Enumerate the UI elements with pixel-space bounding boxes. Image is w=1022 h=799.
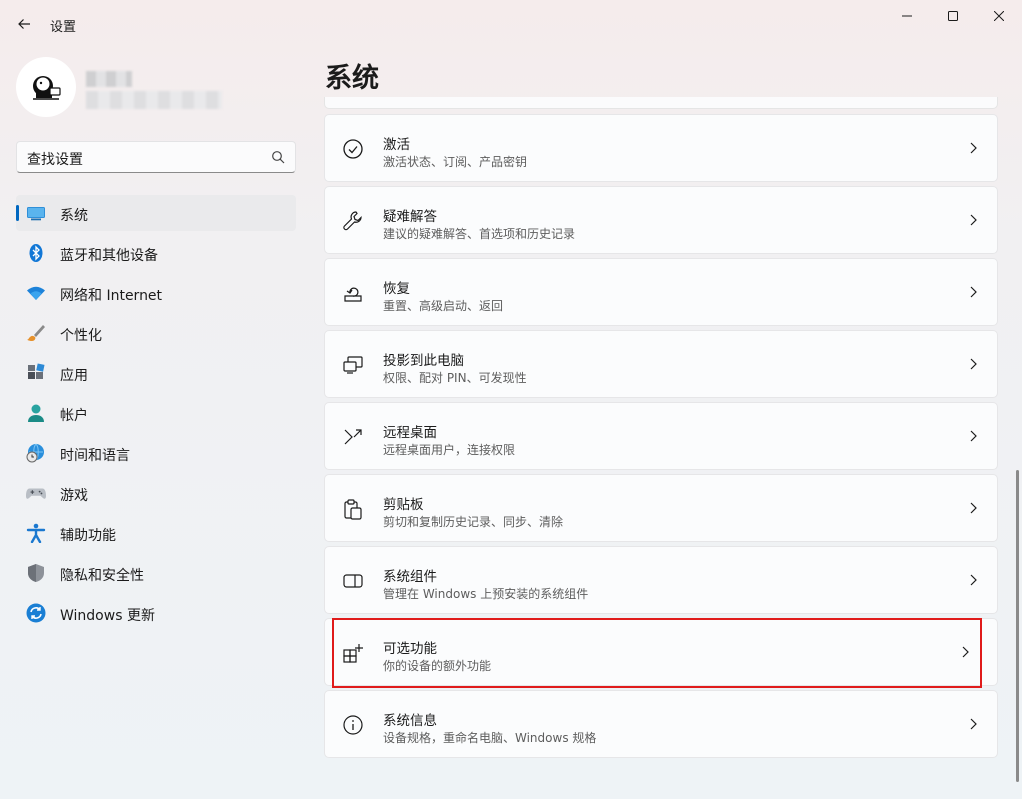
recovery-icon bbox=[341, 281, 365, 305]
back-button[interactable] bbox=[10, 10, 38, 38]
card-activation[interactable]: 激活 激活状态、订阅、产品密钥 bbox=[324, 114, 998, 182]
maximize-button[interactable] bbox=[930, 0, 976, 32]
card-title: 剪贴板 bbox=[383, 497, 424, 513]
sidebar-item-label: 个性化 bbox=[60, 328, 102, 344]
card-optional-features[interactable]: 可选功能 你的设备的额外功能 bbox=[324, 618, 998, 686]
card-title: 激活 bbox=[383, 137, 410, 153]
update-icon bbox=[26, 603, 46, 623]
page-title: 系统 bbox=[325, 63, 379, 94]
sidebar-item-network[interactable]: 网络和 Internet bbox=[16, 275, 296, 311]
optional-features-icon bbox=[341, 641, 365, 665]
card-title: 疑难解答 bbox=[383, 209, 437, 225]
chevron-right-icon bbox=[970, 286, 977, 298]
activation-check-icon bbox=[341, 137, 365, 161]
wifi-icon bbox=[26, 283, 46, 303]
user-email-blurred bbox=[86, 91, 222, 109]
card-subtitle: 建议的疑难解答、首选项和历史记录 bbox=[383, 227, 576, 241]
brush-icon bbox=[26, 323, 46, 343]
sidebar-item-label: 游戏 bbox=[60, 488, 88, 504]
title-bar: 设置 bbox=[0, 0, 1022, 46]
clipboard-icon bbox=[341, 497, 365, 521]
shield-icon bbox=[26, 563, 46, 583]
avatar-icon bbox=[33, 76, 61, 100]
card-project-to-pc[interactable]: 投影到此电脑 权限、配对 PIN、可发现性 bbox=[324, 330, 998, 398]
project-icon bbox=[341, 353, 365, 377]
minimize-icon bbox=[902, 15, 912, 17]
chevron-right-icon bbox=[970, 214, 977, 226]
card-subtitle: 激活状态、订阅、产品密钥 bbox=[383, 155, 528, 169]
info-icon bbox=[341, 713, 365, 737]
sidebar-item-apps[interactable]: 应用 bbox=[16, 355, 296, 391]
sidebar-item-label: 时间和语言 bbox=[60, 448, 130, 464]
sidebar-item-gaming[interactable]: 游戏 bbox=[16, 475, 296, 511]
user-name-blurred bbox=[86, 71, 132, 87]
chevron-right-icon bbox=[970, 142, 977, 154]
card-clipboard[interactable]: 剪贴板 剪切和复制历史记录、同步、清除 bbox=[324, 474, 998, 542]
card-system-components[interactable]: 系统组件 管理在 Windows 上预安装的系统组件 bbox=[324, 546, 998, 614]
card-subtitle: 远程桌面用户，连接权限 bbox=[383, 443, 516, 457]
chevron-right-icon bbox=[962, 646, 969, 658]
bluetooth-icon bbox=[26, 243, 46, 263]
card-title: 系统组件 bbox=[383, 569, 437, 585]
card-system-info[interactable]: 系统信息 设备规格，重命名电脑、Windows 规格 bbox=[324, 690, 998, 758]
app-title: 设置 bbox=[50, 20, 77, 35]
card-title: 系统信息 bbox=[383, 713, 437, 729]
sidebar-item-label: 系统 bbox=[60, 208, 88, 224]
sidebar-item-label: 应用 bbox=[60, 368, 88, 384]
vertical-scrollbar[interactable] bbox=[1016, 470, 1019, 782]
chevron-right-icon bbox=[970, 574, 977, 586]
close-button[interactable] bbox=[976, 0, 1022, 32]
sidebar-item-windows-update[interactable]: Windows 更新 bbox=[16, 595, 296, 631]
sidebar-item-label: Windows 更新 bbox=[60, 608, 155, 624]
card-subtitle: 重置、高级启动、返回 bbox=[383, 299, 504, 313]
sidebar-item-bluetooth[interactable]: 蓝牙和其他设备 bbox=[16, 235, 296, 271]
avatar[interactable] bbox=[16, 57, 76, 117]
chevron-right-icon bbox=[970, 358, 977, 370]
accessibility-icon bbox=[26, 523, 46, 543]
gamepad-icon bbox=[26, 483, 46, 503]
search-placeholder: 查找设置 bbox=[27, 152, 83, 168]
chevron-right-icon bbox=[970, 718, 977, 730]
card-subtitle: 管理在 Windows 上预安装的系统组件 bbox=[383, 587, 589, 601]
card-title: 远程桌面 bbox=[383, 425, 437, 441]
apps-icon bbox=[26, 363, 46, 383]
previous-card-edge bbox=[324, 97, 998, 109]
remote-desktop-icon bbox=[341, 425, 365, 449]
card-subtitle: 设备规格，重命名电脑、Windows 规格 bbox=[383, 731, 597, 745]
system-icon bbox=[26, 203, 46, 223]
card-troubleshoot[interactable]: 疑难解答 建议的疑难解答、首选项和历史记录 bbox=[324, 186, 998, 254]
close-icon bbox=[994, 11, 1004, 21]
card-recovery[interactable]: 恢复 重置、高级启动、返回 bbox=[324, 258, 998, 326]
sidebar-item-label: 蓝牙和其他设备 bbox=[60, 248, 158, 264]
system-components-icon bbox=[341, 569, 365, 593]
search-icon[interactable] bbox=[271, 150, 285, 164]
maximize-icon bbox=[948, 11, 958, 21]
sidebar-item-label: 帐户 bbox=[60, 408, 88, 424]
wrench-icon bbox=[341, 209, 365, 233]
sidebar-item-label: 隐私和安全性 bbox=[60, 568, 144, 584]
card-title: 恢复 bbox=[383, 281, 410, 297]
globe-clock-icon bbox=[26, 443, 46, 463]
sidebar-item-privacy[interactable]: 隐私和安全性 bbox=[16, 555, 296, 591]
sidebar-item-system[interactable]: 系统 bbox=[16, 195, 296, 231]
card-title: 可选功能 bbox=[383, 641, 437, 657]
chevron-right-icon bbox=[970, 430, 977, 442]
sidebar-item-label: 网络和 Internet bbox=[60, 288, 163, 304]
sidebar-item-personalization[interactable]: 个性化 bbox=[16, 315, 296, 351]
sidebar-item-accessibility[interactable]: 辅助功能 bbox=[16, 515, 296, 551]
card-subtitle: 你的设备的额外功能 bbox=[383, 659, 492, 673]
chevron-right-icon bbox=[970, 502, 977, 514]
account-icon bbox=[26, 403, 46, 423]
card-subtitle: 权限、配对 PIN、可发现性 bbox=[383, 371, 527, 385]
card-subtitle: 剪切和复制历史记录、同步、清除 bbox=[383, 515, 564, 529]
card-title: 投影到此电脑 bbox=[383, 353, 464, 369]
back-arrow-icon bbox=[18, 19, 30, 29]
search-input[interactable]: 查找设置 bbox=[16, 141, 296, 173]
active-indicator bbox=[16, 205, 19, 221]
minimize-button[interactable] bbox=[884, 0, 930, 32]
card-remote-desktop[interactable]: 远程桌面 远程桌面用户，连接权限 bbox=[324, 402, 998, 470]
sidebar-item-time-language[interactable]: 时间和语言 bbox=[16, 435, 296, 471]
sidebar-item-label: 辅助功能 bbox=[60, 528, 116, 544]
sidebar-item-accounts[interactable]: 帐户 bbox=[16, 395, 296, 431]
